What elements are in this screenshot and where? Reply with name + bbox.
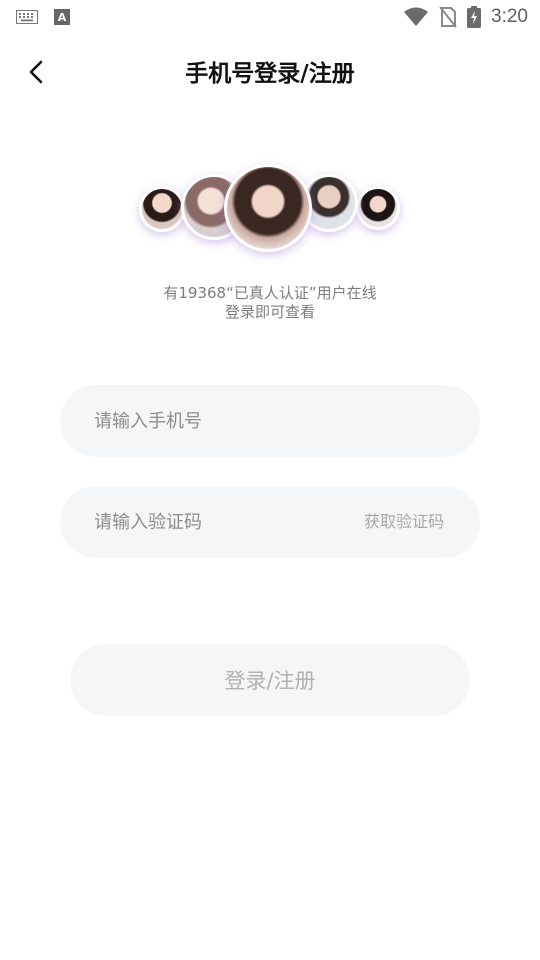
battery-charging-icon [467,6,482,28]
avatar-group [0,160,540,260]
code-field: 获取验证码 [60,486,480,558]
promo-line-2: 登录即可查看 [224,303,315,321]
avatar [356,186,400,230]
no-sim-icon [439,6,457,28]
a-input-icon: A [54,9,70,25]
login-register-button[interactable]: 登录/注册 [70,644,470,716]
status-bar: A 3:20 [0,0,540,36]
page-title: 手机号登录/注册 [185,61,355,87]
phone-input[interactable] [94,385,344,457]
login-screen: A 3:20 手机号登录/注册 有19368“已真人认证”用户在线 登录即可查看… [0,0,540,960]
avatar-featured [224,164,312,252]
promo-line-1: 有19368“已真人认证”用户在线 [163,284,377,302]
online-users-promo: 有19368“已真人认证”用户在线 登录即可查看 [0,284,540,322]
verification-code-input[interactable] [94,486,344,558]
status-time: 3:20 [491,6,528,27]
keyboard-icon [16,10,38,24]
avatar [139,186,185,232]
phone-field [60,385,480,457]
header: 手机号登录/注册 [0,48,540,94]
get-code-button[interactable]: 获取验证码 [364,486,444,558]
wifi-icon [404,7,429,26]
